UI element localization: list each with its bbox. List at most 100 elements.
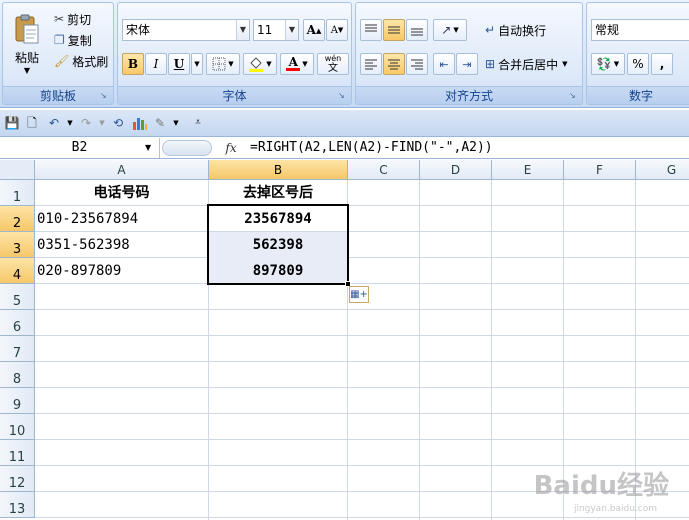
underline-button[interactable]: U [168, 53, 190, 75]
align-top-button[interactable] [360, 19, 382, 41]
paste-button[interactable]: 粘贴 ▼ [7, 7, 47, 81]
row-header-6[interactable]: 6 [0, 310, 35, 336]
insert-function-button[interactable]: fx [220, 138, 242, 158]
select-all-button[interactable] [0, 160, 35, 180]
align-right-button[interactable] [406, 53, 428, 75]
chevron-down-icon: ▼ [613, 60, 620, 68]
cell-a1[interactable]: 电话号码 [35, 180, 208, 205]
clipboard-group-label: 剪贴板 [3, 86, 113, 104]
italic-button[interactable]: I [145, 53, 167, 75]
new-document-icon[interactable]: 🗋 [24, 115, 40, 131]
column-header-f[interactable]: F [564, 160, 636, 180]
row-header-10[interactable]: 10 [0, 414, 35, 440]
shrink-font-label: A [330, 24, 338, 36]
increase-indent-button[interactable]: ⇥ [456, 53, 478, 75]
paste-label: 粘贴 [14, 51, 39, 65]
column-header-d[interactable]: D [420, 160, 492, 180]
column-header-b[interactable]: B [209, 160, 348, 180]
font-size-value: 11 [257, 23, 273, 37]
row-header-1[interactable]: 1 [0, 180, 35, 206]
dialog-launcher-icon[interactable]: ↘ [100, 91, 110, 101]
format-icon[interactable]: ⟲ [110, 115, 126, 131]
row-header-9[interactable]: 9 [0, 388, 35, 414]
chevron-down-icon[interactable]: ▼ [62, 115, 78, 131]
gridline [35, 309, 689, 310]
row-header-13[interactable]: 13 [0, 492, 35, 518]
redo-icon[interactable]: ↷ [78, 115, 94, 131]
column-header-a[interactable]: A [35, 160, 209, 180]
font-size-combo[interactable]: 11 ▼ [253, 19, 299, 41]
font-color-button[interactable]: A ▼ [280, 53, 314, 75]
customize-toolbar-icon[interactable]: ⩡ [190, 115, 206, 131]
save-icon[interactable]: 💾 [4, 115, 20, 131]
column-header-e[interactable]: E [492, 160, 564, 180]
align-center-button[interactable] [383, 53, 405, 75]
copy-button[interactable]: ❐ 复制 [53, 30, 93, 50]
wrap-text-button[interactable]: ↵ 自动换行 [484, 19, 547, 41]
ribbon: 粘贴 ▼ ✂ 剪切 ❐ 复制 🖌 格式刷 剪贴板 ↘ 宋体 ▼ 11 ▼ A▲ [0, 0, 689, 108]
chevron-down-icon[interactable]: ▼ [145, 138, 151, 158]
number-format-value: 常规 [595, 23, 620, 37]
row-header-3[interactable]: 3 [0, 232, 35, 258]
cell-a4[interactable]: 020-897809 [37, 258, 207, 283]
cell-b1[interactable]: 去掉区号后 [209, 180, 347, 205]
accounting-format-button[interactable]: 💱 ▼ [591, 53, 625, 75]
border-button[interactable]: ▼ [206, 53, 240, 75]
dialog-launcher-icon[interactable]: ↘ [569, 91, 579, 101]
cell-a3[interactable]: 0351-562398 [37, 232, 207, 257]
increase-indent-icon: ⇥ [462, 57, 472, 71]
gridline [35, 517, 689, 518]
phonetic-button[interactable]: wén 文 [317, 53, 349, 75]
chevron-down-icon: ▼ [302, 60, 308, 68]
row-header-2[interactable]: 2 [0, 206, 35, 232]
align-bottom-button[interactable] [406, 19, 428, 41]
chevron-down-icon[interactable]: ▼ [236, 20, 249, 40]
bold-button[interactable]: B [122, 53, 144, 75]
cut-button[interactable]: ✂ 剪切 [53, 9, 92, 29]
align-middle-button[interactable] [383, 19, 405, 41]
decrease-indent-button[interactable]: ⇤ [433, 53, 455, 75]
underline-dropdown[interactable]: ▼ [191, 53, 203, 75]
align-left-button[interactable] [360, 53, 382, 75]
cell-b2[interactable]: 23567894 [209, 206, 347, 231]
chart-icon[interactable] [132, 115, 148, 131]
formula-input[interactable]: =RIGHT(A2,LEN(A2)-FIND("-",A2)) [250, 138, 493, 158]
number-format-combo[interactable]: 常规 [591, 19, 689, 41]
row-header-5[interactable]: 5 [0, 284, 35, 310]
name-box[interactable]: B2 [0, 138, 160, 158]
cell-a2[interactable]: 010-23567894 [37, 206, 207, 231]
undo-icon[interactable]: ↶ [46, 115, 62, 131]
column-header-g[interactable]: G [636, 160, 689, 180]
currency-icon: 💱 [596, 57, 612, 71]
orientation-button[interactable]: ↗ ▼ [433, 19, 467, 41]
row-header-12[interactable]: 12 [0, 466, 35, 492]
orientation-icon: ↗ [441, 23, 452, 37]
cell-b3[interactable]: 562398 [209, 232, 347, 257]
cell-b4[interactable]: 897809 [209, 258, 347, 283]
format-painter-button[interactable]: 🖌 格式刷 [53, 51, 109, 71]
fill-color-button[interactable]: ▼ [243, 53, 277, 75]
align-bottom-icon [411, 28, 423, 36]
grow-font-label: A [306, 23, 316, 37]
dialog-launcher-icon[interactable]: ↘ [338, 91, 348, 101]
shrink-font-button[interactable]: A ▼ [326, 19, 348, 41]
formula-bar-resize-handle[interactable] [162, 140, 212, 156]
row-header-8[interactable]: 8 [0, 362, 35, 388]
column-header-c[interactable]: C [348, 160, 420, 180]
grow-font-button[interactable]: A ▲ [303, 19, 325, 41]
font-name-combo[interactable]: 宋体 ▼ [122, 19, 250, 41]
comma-style-button[interactable]: , [651, 53, 673, 75]
align-middle-icon [388, 26, 400, 34]
number-group-label: 数字 [587, 86, 689, 104]
percent-button[interactable]: % [627, 53, 649, 75]
scissors-icon: ✂ [54, 12, 65, 26]
row-header-4[interactable]: 4 [0, 258, 35, 284]
row-header-11[interactable]: 11 [0, 440, 35, 466]
chevron-down-icon[interactable]: ▼ [285, 20, 298, 40]
row-header-7[interactable]: 7 [0, 336, 35, 362]
chevron-down-icon[interactable]: ▼ [94, 115, 110, 131]
chevron-down-icon[interactable]: ▼ [168, 115, 184, 131]
auto-fill-options-button[interactable]: ▦+ [349, 286, 369, 303]
pencil-icon[interactable]: ✎ [152, 115, 168, 131]
merge-center-button[interactable]: ⊞ 合并后居中 ▼ [484, 53, 568, 75]
